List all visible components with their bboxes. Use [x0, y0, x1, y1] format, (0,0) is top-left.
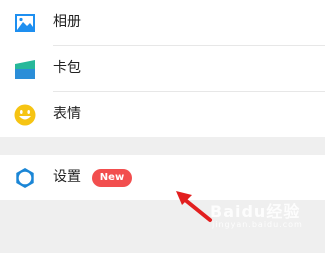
- card-wallet-icon: [14, 58, 36, 80]
- menu-item-settings[interactable]: 设置 New: [0, 155, 325, 200]
- photo-album-icon: [14, 12, 36, 34]
- smiley-face-icon: [14, 104, 36, 126]
- menu-item-label: 设置: [53, 169, 81, 185]
- menu-item-label: 相册: [53, 14, 81, 30]
- baidu-watermark: Baidu经验 jingyan.baidu.com: [210, 198, 322, 238]
- menu-item-label: 卡包: [53, 60, 81, 76]
- menu-item-label: 表情: [53, 106, 81, 122]
- menu-item-album[interactable]: 相册: [0, 0, 325, 45]
- menu-group-settings: 设置 New: [0, 155, 325, 200]
- watermark-url: jingyan.baidu.com: [212, 220, 303, 229]
- menu-item-stickers[interactable]: 表情: [0, 92, 325, 137]
- new-badge: New: [92, 169, 132, 187]
- menu-item-wallet[interactable]: 卡包: [0, 46, 325, 91]
- gear-icon: [14, 167, 36, 189]
- watermark-brand: Baidu经验: [210, 202, 301, 221]
- menu-group-main: 相册 卡包 表情: [0, 0, 325, 137]
